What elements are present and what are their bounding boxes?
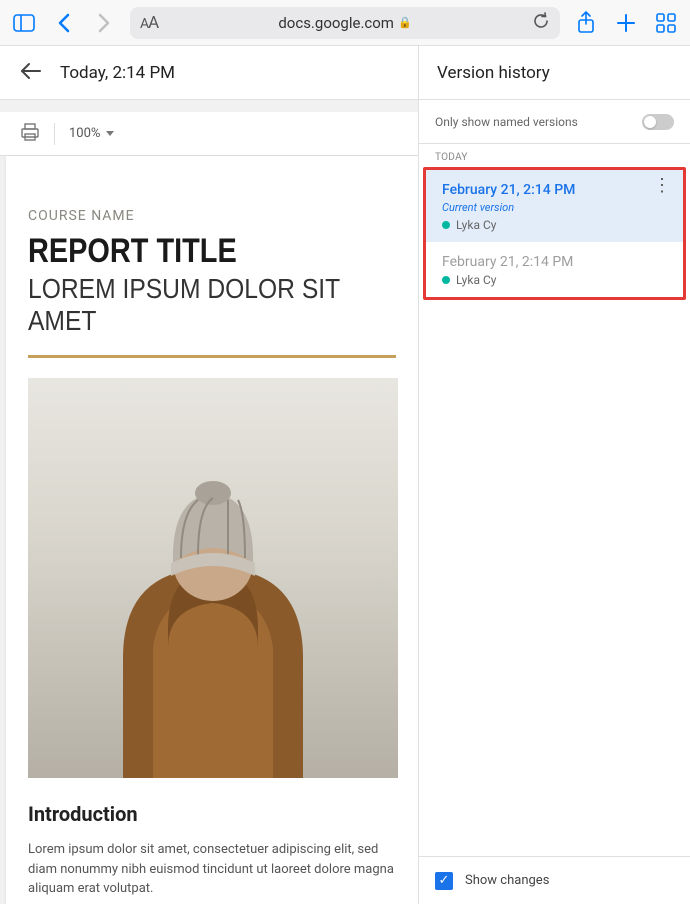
sidebar-toggle-icon[interactable]: [10, 9, 38, 37]
toolbar-divider: [54, 123, 55, 145]
nav-back-icon[interactable]: [50, 9, 78, 37]
version-date: February 21, 2:14 PM: [442, 182, 667, 198]
highlight-box: February 21, 2:14 PM Current version Lyk…: [423, 167, 686, 300]
author-name: Lyka Cy: [456, 273, 496, 287]
course-label: COURSE NAME: [28, 208, 396, 224]
zoom-selector[interactable]: 100%: [69, 126, 114, 141]
panel-title: Version history: [418, 46, 690, 99]
named-versions-toggle[interactable]: [642, 114, 674, 130]
version-item-current[interactable]: February 21, 2:14 PM Current version Lyk…: [426, 170, 683, 242]
version-date: February 21, 2:14 PM: [442, 254, 667, 270]
document-area: 100% COURSE NAME REPORT TITLE LOREM IPSU…: [0, 100, 418, 904]
nav-forward-icon: [90, 9, 118, 37]
version-item[interactable]: February 21, 2:14 PM Lyka Cy: [426, 242, 683, 297]
named-versions-filter: Only show named versions: [419, 100, 690, 144]
browser-toolbar: AA docs.google.com 🔒: [0, 0, 690, 46]
author-name: Lyka Cy: [456, 218, 496, 232]
tabs-overview-icon[interactable]: [652, 9, 680, 37]
back-arrow-icon[interactable]: [20, 62, 42, 84]
more-options-icon[interactable]: ⋮: [653, 184, 671, 188]
new-tab-icon[interactable]: [612, 9, 640, 37]
hero-image: [28, 378, 398, 778]
version-author: Lyka Cy: [442, 273, 667, 287]
show-changes-checkbox[interactable]: ✓: [435, 872, 453, 890]
doc-toolbar: 100%: [0, 112, 418, 156]
app-header: Today, 2:14 PM Version history: [0, 46, 690, 100]
version-author: Lyka Cy: [442, 218, 667, 232]
zoom-value: 100%: [69, 126, 100, 141]
section-today-label: TODAY: [419, 144, 690, 167]
section-heading: Introduction: [28, 802, 396, 826]
version-tag: Current version: [442, 201, 667, 214]
address-bar[interactable]: AA docs.google.com 🔒: [130, 7, 560, 39]
url-text: docs.google.com: [278, 14, 394, 32]
divider-rule: [28, 355, 396, 358]
filter-label: Only show named versions: [435, 115, 578, 129]
lock-icon: 🔒: [398, 16, 412, 29]
author-dot-icon: [442, 276, 450, 284]
show-changes-label: Show changes: [465, 873, 549, 888]
reader-aa-icon[interactable]: AA: [140, 13, 158, 33]
report-title: REPORT TITLE: [28, 232, 341, 271]
share-icon[interactable]: [572, 9, 600, 37]
chevron-down-icon: [106, 131, 114, 136]
doc-time-title: Today, 2:14 PM: [60, 63, 175, 83]
body-text: Lorem ipsum dolor sit amet, consectetuer…: [28, 840, 396, 899]
document-page: COURSE NAME REPORT TITLE LOREM IPSUM DOL…: [6, 156, 418, 904]
version-history-panel: Only show named versions TODAY February …: [418, 100, 690, 904]
show-changes-row: ✓ Show changes: [419, 856, 690, 904]
reload-icon[interactable]: [532, 12, 550, 34]
print-icon[interactable]: [20, 123, 40, 145]
report-subtitle: LOREM IPSUM DOLOR SIT AMET: [28, 273, 352, 337]
author-dot-icon: [442, 221, 450, 229]
